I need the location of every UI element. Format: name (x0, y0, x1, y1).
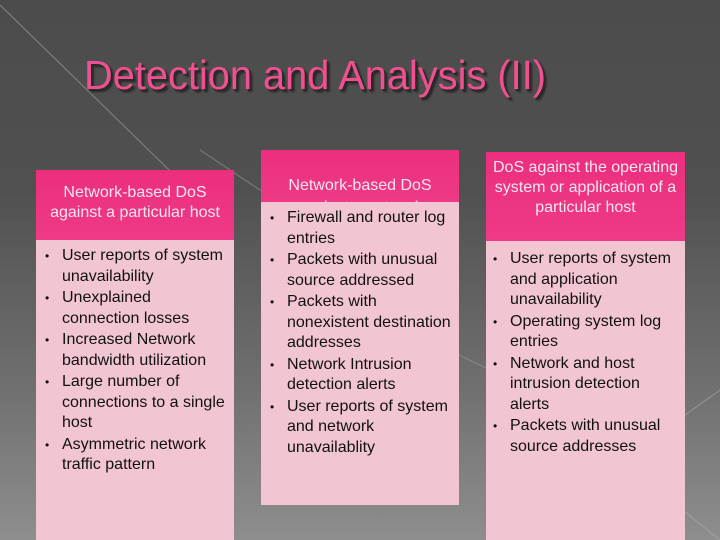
list-item: • User reports of system unavailability (45, 247, 223, 285)
list-item: • User reports of system and application … (493, 250, 671, 308)
bullet-icon: • (270, 295, 275, 309)
diagonal-line (684, 511, 720, 540)
bullet-icon: • (493, 419, 498, 433)
column-header: Network-based DoS against a network (261, 150, 459, 202)
list-item: • Operating system log entries (493, 312, 662, 351)
bullet-icon: • (45, 437, 50, 452)
bullet-icon: • (493, 356, 498, 371)
column-header: Network-based DoS against a particular h… (36, 170, 234, 240)
list-item: • Network Intrusion detection alerts (270, 355, 412, 394)
bullet-icon: • (45, 333, 50, 347)
indicator-list: • Firewall and router log entries • Packet… (265, 208, 455, 458)
diagonal-line (458, 354, 487, 369)
bullet-icon: • (45, 291, 50, 305)
list-item: • User reports of system and network unav… (270, 397, 448, 456)
indicator-list: • User reports of system unavailability •… (40, 246, 230, 476)
bullet-icon: • (45, 249, 50, 263)
list-item: • Increased Network bandwidth utilization (45, 331, 207, 369)
column-body: • User reports of system and application … (486, 241, 685, 457)
bullet-icon: • (270, 357, 275, 372)
bullet-icon: • (45, 375, 50, 389)
column-body: • Firewall and router log entries • Packet… (261, 202, 459, 458)
diagonal-line (684, 389, 720, 416)
indicator-list: • User reports of system and application … (488, 249, 681, 457)
column-card-os-application: DoS against the operating system or appl… (486, 152, 685, 540)
list-item: • Packets with unusual source addresses (493, 417, 661, 455)
bullet-icon: • (270, 253, 275, 267)
bullet-icon: • (493, 314, 498, 329)
column-body: • User reports of system unavailability •… (36, 240, 234, 476)
list-item: • Packets with nonexistent destination ad… (270, 293, 451, 351)
list-item: • Unexplained connection losses (45, 289, 190, 327)
bullet-icon: • (493, 252, 498, 266)
bullet-icon: • (270, 399, 275, 414)
list-item: • Network and host intrusion detection al… (493, 354, 640, 413)
bullet-icon: • (270, 211, 275, 225)
slide-title: Detection and Analysis (II) (84, 52, 547, 98)
column-card-particular-host: Network-based DoS against a particular h… (36, 170, 234, 540)
list-item: • Asymmetric network traffic pattern (45, 435, 207, 474)
column-header-text: Network-based DoS (288, 177, 432, 194)
list-item: • Firewall and router log entries (270, 209, 446, 247)
list-item: • Packets with unusual source addressed (270, 251, 438, 289)
list-item: • Large number of connections to a single… (45, 373, 225, 431)
column-header: DoS against the operating system or appl… (486, 152, 685, 241)
column-card-network: Network-based DoS against a network •Fir… (261, 150, 459, 505)
